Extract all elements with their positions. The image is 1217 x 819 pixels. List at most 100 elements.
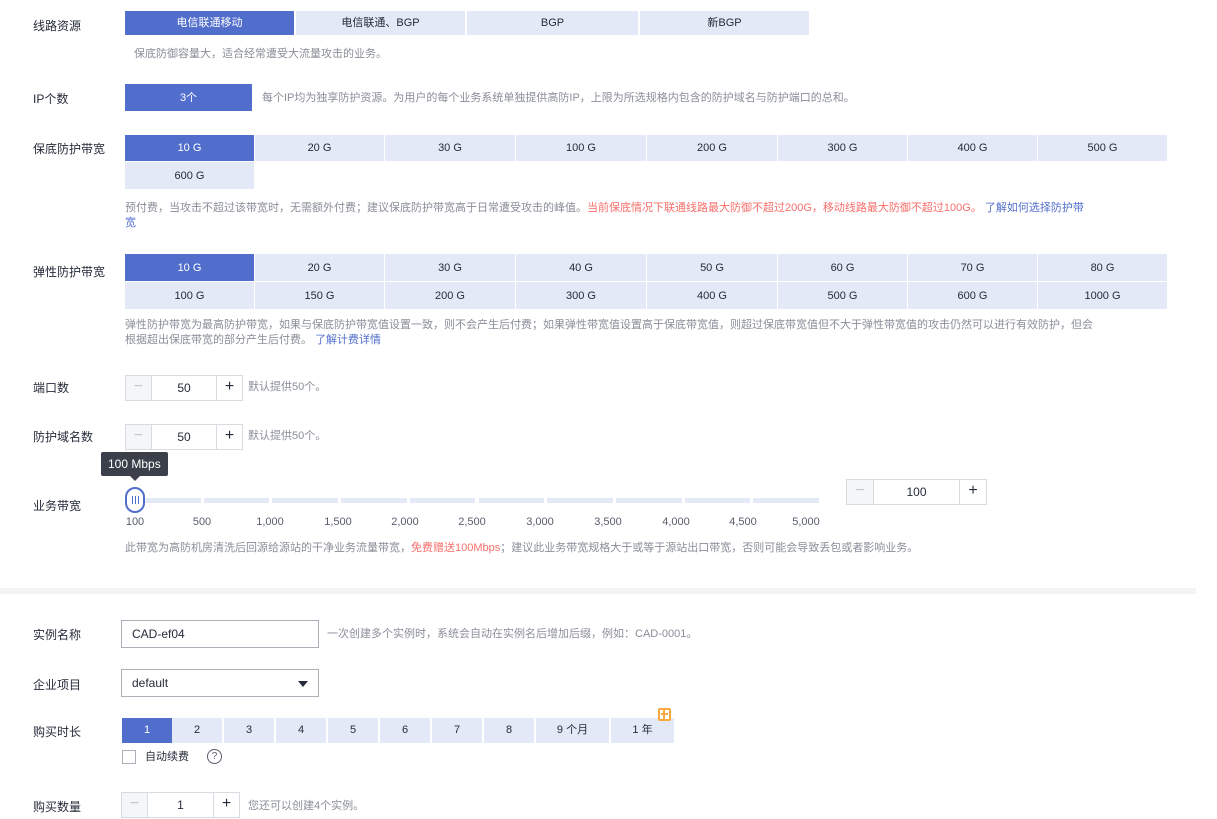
duration-option[interactable]: 9 个月 — [536, 718, 609, 743]
base-option-20g[interactable]: 20 G — [255, 135, 385, 162]
slider-track-segment[interactable] — [409, 498, 476, 503]
elastic-option[interactable]: 400 G — [647, 282, 778, 310]
elastic-bandwidth-label: 弹性防护带宽 — [33, 265, 106, 279]
bandwidth-tooltip: 100 Mbps — [101, 452, 168, 476]
minus-icon[interactable]: − — [126, 376, 152, 400]
elastic-option[interactable]: 600 G — [908, 282, 1038, 310]
elastic-option[interactable]: 50 G — [647, 254, 778, 282]
slider-tick-label: 4,500 — [729, 516, 757, 528]
slider-tick-label: 3,000 — [526, 516, 554, 528]
base-option-100g[interactable]: 100 G — [516, 135, 647, 162]
base-learn-link[interactable]: 了解如何选择防护带 — [985, 202, 1084, 214]
elastic-pricing-link[interactable]: 了解计费详情 — [315, 334, 381, 346]
slider-tick-label: 5,000 — [792, 516, 820, 528]
duration-option[interactable]: 8 — [484, 718, 534, 743]
plus-icon[interactable]: + — [216, 376, 242, 400]
help-circle-icon[interactable]: ? — [207, 749, 222, 764]
line-option-bgp[interactable]: BGP — [467, 11, 639, 36]
line-option-telecom-unicom-mobile[interactable]: 电信联通移动 — [125, 11, 295, 36]
elastic-option[interactable]: 10 G — [125, 254, 255, 282]
elastic-option[interactable]: 80 G — [1038, 254, 1168, 282]
elastic-option[interactable]: 300 G — [516, 282, 647, 310]
slider-track-segment[interactable] — [203, 498, 270, 503]
elastic-option[interactable]: 150 G — [255, 282, 385, 310]
elastic-option[interactable]: 100 G — [125, 282, 255, 310]
slider-tick-label: 1,500 — [324, 516, 352, 528]
elastic-option[interactable]: 20 G — [255, 254, 385, 282]
domains-stepper[interactable]: − 50 + — [125, 424, 243, 450]
slider-tick-label: 1,000 — [256, 516, 284, 528]
domains-hint: 默认提供50个。 — [248, 430, 327, 442]
project-label: 企业项目 — [33, 678, 82, 692]
elastic-option[interactable]: 40 G — [516, 254, 647, 282]
ip-option-3[interactable]: 3个 — [125, 84, 253, 112]
minus-icon[interactable]: − — [847, 480, 874, 504]
bandwidth-value[interactable]: 100 — [874, 480, 959, 504]
elastic-option[interactable]: 200 G — [385, 282, 516, 310]
elastic-option[interactable]: 500 G — [778, 282, 908, 310]
duration-option[interactable]: 2 — [172, 718, 222, 743]
ports-stepper[interactable]: − 50 + — [125, 375, 243, 401]
line-option-new-bgp[interactable]: 新BGP — [640, 11, 810, 36]
base-option-500g[interactable]: 500 G — [1038, 135, 1168, 162]
slider-tick-label: 3,500 — [594, 516, 622, 528]
elastic-option[interactable]: 60 G — [778, 254, 908, 282]
bandwidth-stepper[interactable]: − 100 + — [846, 479, 987, 505]
quantity-value[interactable]: 1 — [148, 793, 213, 817]
domains-label: 防护域名数 — [33, 430, 94, 444]
base-option-200g[interactable]: 200 G — [647, 135, 778, 162]
ip-label: IP个数 — [33, 92, 69, 106]
base-option-600g[interactable]: 600 G — [125, 162, 255, 190]
slider-tick-label: 500 — [192, 516, 212, 528]
duration-option[interactable]: 3 — [224, 718, 274, 743]
slider-track-segment[interactable] — [684, 498, 751, 503]
duration-option[interactable]: 7 — [432, 718, 482, 743]
line-option-telecom-unicom-bgp[interactable]: 电信联通、BGP — [296, 11, 466, 36]
quantity-hint: 您还可以创建4个实例。 — [248, 800, 365, 812]
section-divider — [0, 588, 1196, 594]
ports-label: 端口数 — [33, 381, 70, 395]
gift-icon — [658, 708, 671, 721]
slider-track-segment[interactable] — [478, 498, 545, 503]
quantity-label: 购买数量 — [33, 800, 82, 814]
slider-track-segment[interactable] — [341, 498, 407, 503]
slider-tick-label: 2,500 — [458, 516, 486, 528]
base-option-400g[interactable]: 400 G — [908, 135, 1038, 162]
slider-track-segment[interactable] — [272, 498, 339, 503]
duration-option[interactable]: 1 — [122, 718, 172, 743]
auto-renew-label: 自动续费 — [145, 751, 189, 763]
base-option-10g[interactable]: 10 G — [125, 135, 255, 162]
project-select[interactable]: default — [121, 669, 319, 697]
ip-hint: 每个IP均为独享防护资源。为用户的每个业务系统单独提供高防IP，上限为所选规格内… — [262, 92, 855, 104]
instance-label: 实例名称 — [33, 628, 82, 642]
plus-icon[interactable]: + — [959, 480, 986, 504]
duration-option[interactable]: 6 — [380, 718, 430, 743]
ports-value[interactable]: 50 — [152, 376, 216, 400]
minus-icon[interactable]: − — [126, 425, 152, 449]
plus-icon[interactable]: + — [216, 425, 242, 449]
minus-icon[interactable]: − — [122, 793, 148, 817]
slider-track-segment[interactable] — [547, 498, 613, 503]
duration-option[interactable]: 5 — [328, 718, 378, 743]
ports-hint: 默认提供50个。 — [248, 381, 327, 393]
plus-icon[interactable]: + — [213, 793, 239, 817]
elastic-option[interactable]: 1000 G — [1038, 282, 1168, 310]
slider-track-segment[interactable] — [615, 498, 682, 503]
duration-option[interactable]: 1 年 — [611, 718, 674, 743]
slider-track-segment[interactable] — [753, 498, 819, 503]
elastic-option[interactable]: 30 G — [385, 254, 516, 282]
quantity-stepper[interactable]: − 1 + — [121, 792, 240, 818]
domains-value[interactable]: 50 — [152, 425, 216, 449]
instance-name-input[interactable]: CAD-ef04 — [121, 620, 319, 648]
base-option-300g[interactable]: 300 G — [778, 135, 908, 162]
elastic-option[interactable]: 70 G — [908, 254, 1038, 282]
duration-option[interactable]: 4 — [276, 718, 326, 743]
elastic-hint: 弹性防护带宽为最高防护带宽，如果与保底防护带宽值设置一致，则不会产生后付费；如果… — [125, 319, 1093, 346]
instance-hint: 一次创建多个实例时，系统会自动在实例名后增加后缀，例如：CAD-0001。 — [327, 628, 698, 640]
duration-label: 购买时长 — [33, 725, 82, 739]
line-hint: 保底防御容量大，适合经常遭受大流量攻击的业务。 — [134, 48, 387, 60]
base-option-30g[interactable]: 30 G — [385, 135, 516, 162]
slider-handle[interactable] — [125, 487, 145, 513]
auto-renew-checkbox[interactable] — [122, 750, 136, 764]
base-hint-link-tail[interactable]: 宽 — [125, 216, 136, 231]
